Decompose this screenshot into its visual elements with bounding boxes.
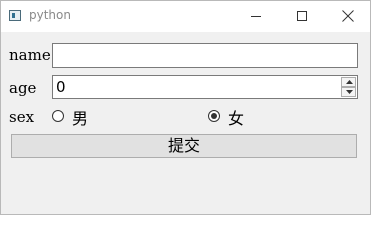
minimize-icon (251, 16, 261, 17)
app-window: python name age 0 sex 男 女 提交 (0, 0, 371, 215)
chevron-down-icon (346, 90, 353, 94)
minimize-button[interactable] (233, 1, 279, 32)
spin-buttons (341, 77, 356, 97)
radio-male-label[interactable]: 男 (72, 105, 88, 129)
age-label: age (9, 79, 37, 97)
radio-female-label[interactable]: 女 (228, 105, 244, 129)
name-label: name (9, 46, 51, 64)
radio-female[interactable] (208, 110, 220, 122)
app-icon (9, 10, 21, 21)
age-value: 0 (56, 78, 66, 96)
radio-male[interactable] (52, 110, 64, 122)
maximize-icon (297, 11, 307, 21)
submit-button[interactable]: 提交 (11, 134, 357, 158)
age-spinbox[interactable]: 0 (52, 75, 358, 99)
close-icon (342, 10, 354, 22)
window-title: python (29, 8, 71, 22)
spin-down-button[interactable] (341, 87, 356, 97)
close-button[interactable] (325, 1, 371, 32)
spin-up-button[interactable] (341, 77, 356, 87)
chevron-up-icon (346, 80, 353, 84)
maximize-button[interactable] (279, 1, 325, 32)
name-input[interactable] (52, 43, 358, 68)
sex-label: sex (9, 108, 35, 126)
title-bar[interactable]: python (1, 1, 370, 32)
